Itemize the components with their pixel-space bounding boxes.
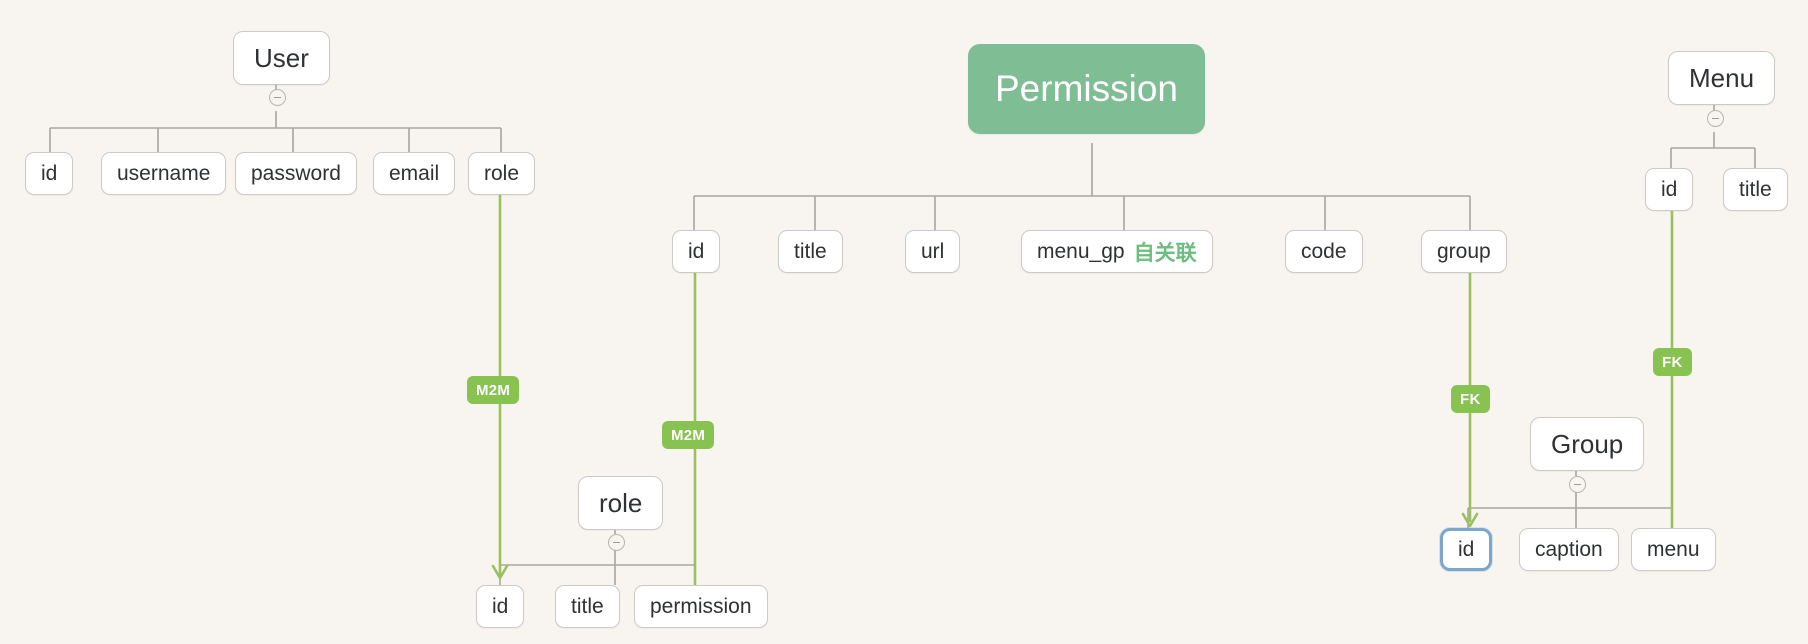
field-label: id	[1458, 537, 1475, 561]
diagram-canvas: User id username password email role Per…	[0, 0, 1808, 644]
field-label: role	[484, 161, 520, 185]
field-node-permission-code[interactable]: code	[1285, 230, 1363, 273]
relation-badge-role-permission-m2m[interactable]: M2M	[662, 421, 715, 449]
self-relation-tag: 自关联	[1133, 241, 1197, 265]
model-node-menu[interactable]: Menu	[1668, 51, 1776, 105]
field-label: group	[1437, 239, 1491, 263]
field-label: caption	[1535, 537, 1603, 561]
relation-badge-label: FK	[1662, 353, 1683, 371]
field-node-permission-group[interactable]: group	[1421, 230, 1507, 273]
field-label: id	[41, 161, 58, 185]
model-node-role-label: role	[599, 487, 643, 518]
collapse-toggle-group[interactable]	[1569, 476, 1586, 493]
model-node-permission[interactable]: Permission	[968, 44, 1205, 134]
field-label: title	[1739, 177, 1772, 201]
field-label: id	[492, 594, 509, 618]
field-label: id	[1661, 177, 1678, 201]
field-label: password	[251, 161, 341, 185]
relation-badge-label: M2M	[671, 426, 706, 444]
field-node-user-email[interactable]: email	[373, 152, 456, 195]
model-node-user[interactable]: User	[233, 31, 330, 85]
field-node-permission-id[interactable]: id	[672, 230, 721, 273]
relation-badge-user-role-m2m[interactable]: M2M	[467, 376, 520, 404]
field-label: username	[117, 161, 211, 185]
field-label: id	[688, 239, 705, 263]
model-node-permission-label: Permission	[995, 68, 1178, 109]
field-node-group-caption[interactable]: caption	[1519, 528, 1619, 571]
field-node-role-id[interactable]: id	[476, 585, 525, 628]
field-node-user-password[interactable]: password	[235, 152, 357, 195]
field-node-role-title[interactable]: title	[555, 585, 620, 628]
field-node-group-menu[interactable]: menu	[1631, 528, 1716, 571]
field-node-role-permission[interactable]: permission	[634, 585, 768, 628]
field-label: menu	[1647, 537, 1700, 561]
field-node-permission-title[interactable]: title	[778, 230, 843, 273]
field-node-user-username[interactable]: username	[101, 152, 227, 195]
field-node-permission-menu-gp[interactable]: menu_gp 自关联	[1021, 230, 1213, 273]
collapse-toggle-menu[interactable]	[1707, 110, 1724, 127]
model-node-group-label: Group	[1551, 428, 1624, 459]
field-node-user-role[interactable]: role	[468, 152, 536, 195]
model-node-group[interactable]: Group	[1530, 417, 1645, 471]
field-node-menu-title[interactable]: title	[1723, 168, 1788, 211]
model-node-menu-label: Menu	[1689, 62, 1755, 93]
field-node-user-id[interactable]: id	[25, 152, 74, 195]
model-node-user-label: User	[254, 42, 309, 73]
field-label: title	[571, 594, 604, 618]
field-node-permission-url[interactable]: url	[905, 230, 961, 273]
relation-badge-group-menu-fk[interactable]: FK	[1653, 348, 1692, 376]
field-label: menu_gp	[1037, 239, 1125, 263]
field-label: title	[794, 239, 827, 263]
field-label: email	[389, 161, 440, 185]
collapse-toggle-role[interactable]	[608, 534, 625, 551]
collapse-toggle-user[interactable]	[269, 89, 286, 106]
field-node-group-id[interactable]: id	[1440, 528, 1493, 571]
field-label: permission	[650, 594, 752, 618]
model-node-role[interactable]: role	[578, 476, 664, 530]
relation-badge-permission-group-fk[interactable]: FK	[1451, 385, 1490, 413]
relation-badge-label: M2M	[476, 381, 511, 399]
relation-badge-label: FK	[1460, 390, 1481, 408]
field-label: url	[921, 239, 945, 263]
field-label: code	[1301, 239, 1347, 263]
field-node-menu-id[interactable]: id	[1645, 168, 1694, 211]
